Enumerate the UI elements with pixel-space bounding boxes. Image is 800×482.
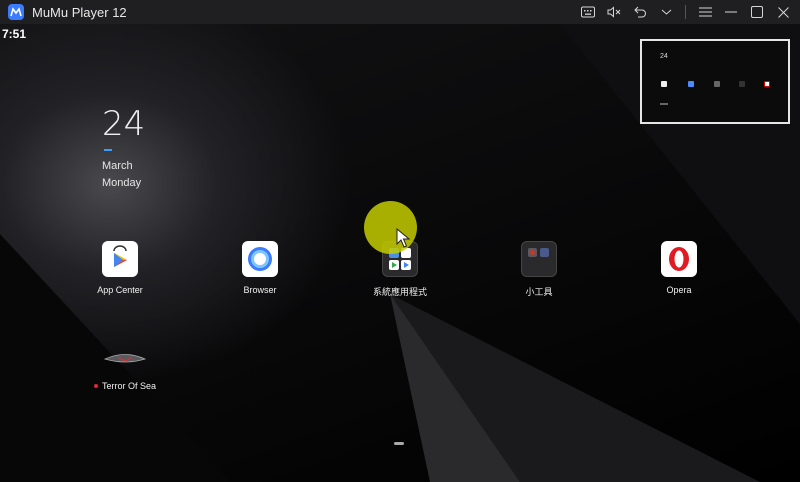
- screen-preview-thumbnail[interactable]: 24: [640, 39, 790, 124]
- preview-browser-icon: [688, 81, 694, 87]
- close-icon[interactable]: [770, 0, 796, 24]
- preview-game-icon: [660, 103, 668, 105]
- app-label: Terror Of Sea: [101, 381, 157, 391]
- app-label: 小工具: [525, 287, 553, 297]
- clock-accent-bar: [104, 149, 112, 151]
- folder-tools[interactable]: 小工具: [494, 241, 584, 298]
- clock-month: March: [102, 160, 133, 172]
- keyboard-icon[interactable]: [575, 0, 601, 24]
- app-app-center[interactable]: App Center: [75, 241, 165, 295]
- preview-opera-icon: [764, 81, 770, 87]
- preview-day: 24: [660, 53, 668, 60]
- maximize-icon[interactable]: [744, 0, 770, 24]
- tools-folder-icon: [521, 241, 557, 277]
- clock-day: 24: [102, 104, 146, 144]
- browser-icon: [242, 241, 278, 277]
- app-label: Opera: [666, 285, 692, 295]
- window-title: MuMu Player 12: [32, 4, 127, 20]
- menu-icon[interactable]: [692, 0, 718, 24]
- notification-dot: [93, 384, 98, 388]
- android-home-screen[interactable]: 7:51 24 March Monday 24 App Center Brows…: [0, 24, 800, 482]
- preview-system-apps-icon: [714, 81, 720, 87]
- minimize-icon[interactable]: [718, 0, 744, 24]
- app-opera[interactable]: Opera: [634, 241, 724, 295]
- chevron-down-icon[interactable]: [653, 0, 679, 24]
- back-icon[interactable]: [627, 0, 653, 24]
- app-browser[interactable]: Browser: [215, 241, 305, 295]
- mouse-pointer-icon: [396, 227, 411, 253]
- mute-icon[interactable]: [601, 0, 627, 24]
- home-navigation-pill[interactable]: [394, 442, 404, 445]
- app-label: Browser: [243, 285, 277, 295]
- title-bar: MuMu Player 12: [0, 0, 800, 24]
- app-terror-of-sea[interactable]: Terror Of Sea: [80, 352, 170, 391]
- play-store-icon: [102, 241, 138, 277]
- preview-app-center-icon: [661, 81, 667, 87]
- title-bar-divider: [685, 5, 686, 19]
- terror-of-sea-icon: [80, 352, 170, 371]
- opera-icon: [661, 241, 697, 277]
- app-label: 系統應用程式: [372, 287, 427, 297]
- status-time: 7:51: [2, 27, 27, 41]
- clock-weekday: Monday: [102, 177, 142, 189]
- app-label: App Center: [97, 285, 143, 295]
- preview-tools-icon: [739, 81, 745, 87]
- mumu-logo-icon: [8, 4, 24, 20]
